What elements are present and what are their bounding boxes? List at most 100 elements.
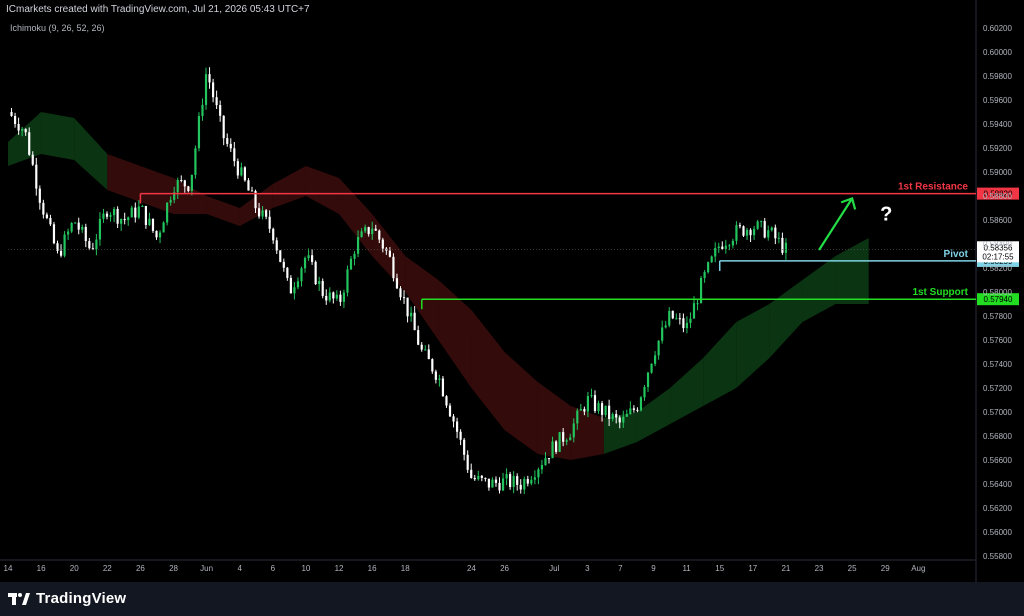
level-label: 1st Support <box>912 287 968 298</box>
candle-body <box>434 371 437 380</box>
candle-body <box>565 440 568 442</box>
candle-body <box>120 219 123 224</box>
candle-body <box>381 239 384 249</box>
candle-body <box>491 479 494 488</box>
time-tick-label: Aug <box>911 564 925 573</box>
candle-body <box>537 469 540 478</box>
time-tick-label: Jun <box>200 564 213 573</box>
candle-body <box>229 143 232 149</box>
time-tick-label: 3 <box>585 564 590 573</box>
candle-body <box>272 228 275 241</box>
price-tick-label: 0.57600 <box>983 336 1012 345</box>
candle-body <box>236 161 239 176</box>
cloud-segment <box>438 280 472 388</box>
time-tick-label: 25 <box>848 564 857 573</box>
candle-body <box>470 469 473 478</box>
candle-body <box>583 408 586 412</box>
candle-body <box>127 217 130 221</box>
candle-body <box>356 237 360 254</box>
time-tick-label: 23 <box>815 564 824 573</box>
candle-body <box>473 477 476 480</box>
candle-body <box>349 258 353 270</box>
price-tick-label: 0.59200 <box>983 144 1012 153</box>
candle-body <box>703 272 706 278</box>
time-tick-label: 6 <box>271 564 276 573</box>
candle-body <box>459 431 462 440</box>
question-mark: ? <box>880 203 892 225</box>
candle-body <box>250 190 254 192</box>
time-tick-label: 15 <box>715 564 724 573</box>
price-tick-label: 0.58200 <box>983 264 1012 273</box>
candle-body <box>569 437 572 441</box>
candle-body <box>498 482 501 491</box>
candle-body <box>399 288 402 298</box>
candle-body <box>148 218 151 225</box>
candle-body <box>544 458 547 466</box>
candle-body <box>219 105 222 116</box>
candle-body <box>413 312 416 331</box>
candle-body <box>286 267 289 278</box>
candle-body <box>731 240 734 246</box>
price-tick-label: 0.57200 <box>983 384 1012 393</box>
candle-body <box>364 227 367 232</box>
candle-body <box>516 476 519 485</box>
candle-body <box>597 403 600 412</box>
tradingview-logo[interactable]: TradingView <box>8 590 126 607</box>
candle-body <box>282 261 285 268</box>
candle-body <box>533 477 536 480</box>
candle-body <box>307 255 310 259</box>
cloud-segment <box>537 382 571 460</box>
candle-body <box>604 405 607 415</box>
candle-body <box>639 397 643 411</box>
candle-body <box>646 372 650 388</box>
candle-body <box>678 318 681 320</box>
candle-body <box>526 479 529 484</box>
indicator-legend[interactable]: Ichimoku (9, 26, 52, 26) <box>10 23 105 33</box>
tradingview-logo-text: TradingView <box>36 590 127 607</box>
candle-body <box>452 416 455 422</box>
candle-body <box>268 216 271 229</box>
cloud-segment <box>339 178 373 256</box>
candle-body <box>141 205 144 207</box>
candle-body <box>17 123 20 131</box>
time-tick-label: 28 <box>169 564 178 573</box>
candle-body <box>664 325 667 328</box>
countdown-text: 02:17:55 <box>982 252 1014 261</box>
price-tick-label: 0.55800 <box>983 552 1012 561</box>
price-chart[interactable]: 1st Resistance0.58820Pivot0.582591st Sup… <box>0 0 1024 582</box>
candle-body <box>745 229 749 236</box>
candle-body <box>466 454 469 470</box>
candle-body <box>346 269 349 293</box>
candle-body <box>424 349 427 351</box>
candle-body <box>576 410 579 424</box>
cloud-segment <box>703 322 737 406</box>
candle-body <box>158 232 162 238</box>
time-tick-label: 24 <box>467 564 476 573</box>
candle-body <box>374 228 377 231</box>
candle-body <box>530 479 533 484</box>
candle-body <box>618 417 621 423</box>
cloud-segment <box>736 304 770 388</box>
candle-body <box>463 439 466 455</box>
candle-body <box>293 287 296 294</box>
time-tick-label: 7 <box>618 564 623 573</box>
candle-body <box>494 479 498 483</box>
candle-body <box>724 245 727 249</box>
candle-body <box>519 484 522 490</box>
price-axis: 0.60200 0.60000 0.59800 0.59600 0.59400 0.592… <box>983 24 1012 561</box>
candle-body <box>728 245 731 247</box>
candle-body <box>671 310 674 319</box>
price-tick-label: 0.58400 <box>983 240 1012 249</box>
candle-body <box>547 458 551 460</box>
candle-body <box>480 475 483 478</box>
price-tick-label: 0.59600 <box>983 96 1012 105</box>
candle-body <box>611 414 614 419</box>
time-tick-label: Jul <box>549 564 559 573</box>
time-tick-label: 12 <box>335 564 344 573</box>
candle-body <box>689 318 692 323</box>
candle-body <box>707 262 710 273</box>
candle-body <box>162 222 165 233</box>
candle-body <box>512 476 515 487</box>
candle-body <box>753 228 756 236</box>
candle-body <box>714 248 717 257</box>
